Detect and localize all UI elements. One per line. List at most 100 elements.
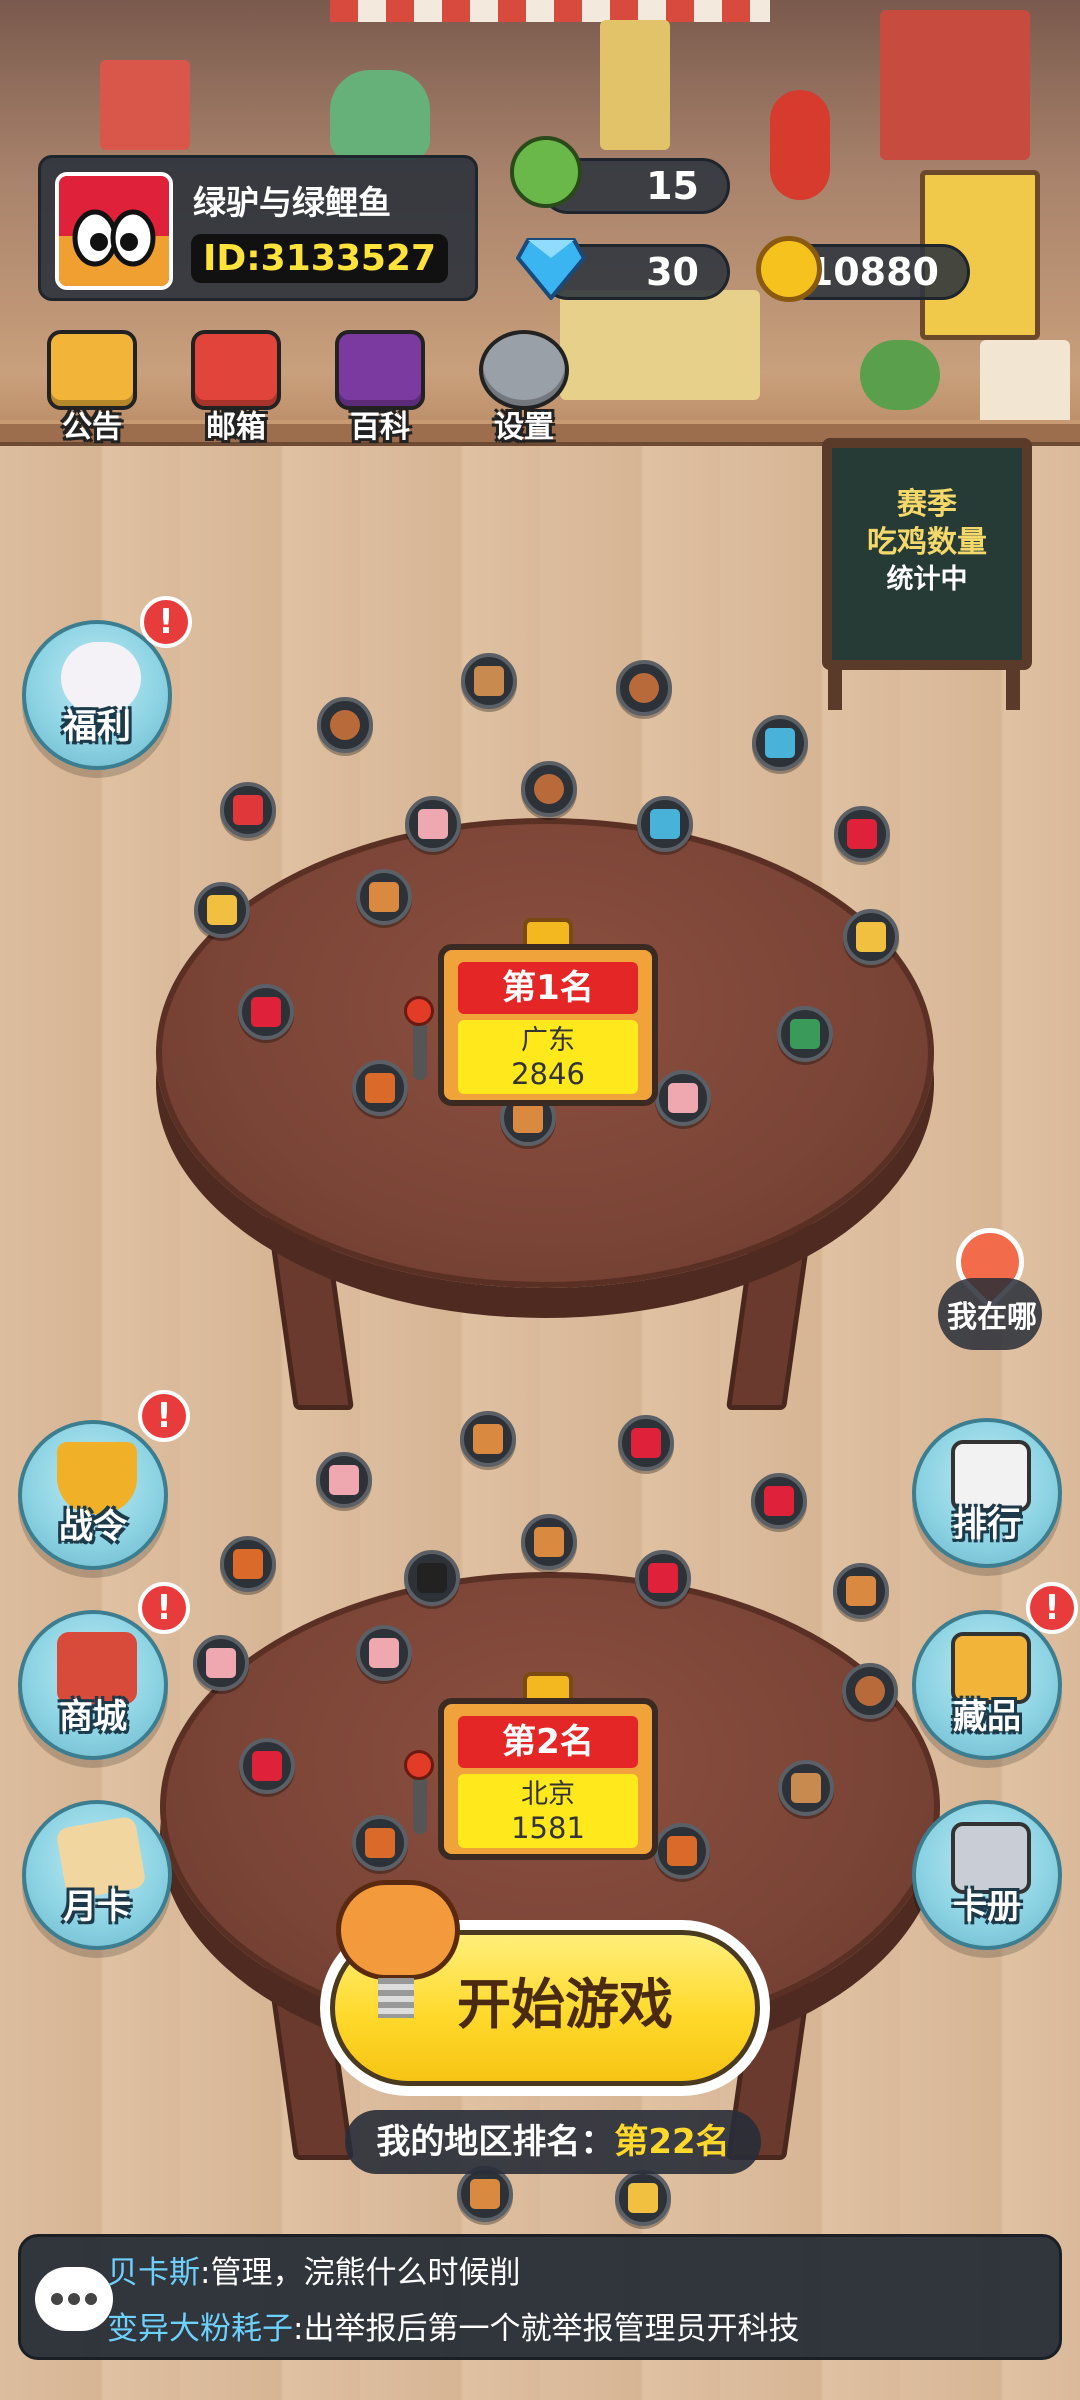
player-token[interactable] xyxy=(316,1452,372,1508)
shop-button[interactable]: 商城 xyxy=(18,1610,168,1760)
frog-energy-icon xyxy=(510,136,582,208)
player-token[interactable] xyxy=(220,1536,276,1592)
player-token[interactable] xyxy=(461,653,517,709)
player-token[interactable] xyxy=(843,909,899,965)
player-token[interactable] xyxy=(842,1663,898,1719)
player-token[interactable] xyxy=(352,1060,408,1116)
chat-bar[interactable]: 贝卡斯:管理，浣熊什么时候削 变异大粉耗子:出举报后第一个就举报管理员开科技 xyxy=(18,2234,1062,2360)
chalkboard-line3: 统计中 xyxy=(886,564,968,595)
card-album-button[interactable]: 卡册 xyxy=(912,1800,1062,1950)
chat-message: 贝卡斯:管理，浣熊什么时候削 xyxy=(107,2247,520,2292)
my-rank-value: 第22名 xyxy=(614,2122,730,2162)
diamond-icon xyxy=(516,238,586,300)
avatar-face-icon xyxy=(59,176,169,286)
player-token[interactable] xyxy=(751,1473,807,1529)
player-face-icon xyxy=(534,1527,564,1557)
coin-icon xyxy=(756,236,822,302)
player-token[interactable] xyxy=(777,1006,833,1062)
chalkboard-leg xyxy=(828,660,842,710)
player-token[interactable] xyxy=(616,660,672,716)
player-token[interactable] xyxy=(405,796,461,852)
month-card-button[interactable]: 月卡 xyxy=(22,1800,172,1950)
player-token[interactable] xyxy=(317,697,373,753)
collection-label: 藏品 xyxy=(953,1697,1021,1737)
player-face-icon xyxy=(855,1676,885,1706)
player-face-icon xyxy=(233,1549,263,1579)
player-token[interactable] xyxy=(238,984,294,1040)
player-face-icon xyxy=(764,1486,794,1516)
mailbox-button[interactable]: 邮箱 xyxy=(186,330,286,445)
ranking-button[interactable]: 排行 xyxy=(912,1418,1062,1568)
collection-button[interactable]: 藏品 xyxy=(912,1610,1062,1760)
player-token[interactable] xyxy=(834,806,890,862)
player-token[interactable] xyxy=(618,1415,674,1471)
player-face-icon xyxy=(631,1428,661,1458)
mascot-head xyxy=(336,1880,460,1980)
coin-value: 10880 xyxy=(806,250,939,294)
battle-pass-button[interactable]: 战令 xyxy=(18,1420,168,1570)
player-token[interactable] xyxy=(615,2170,671,2226)
cat-mascot-icon xyxy=(330,1870,470,2020)
player-token[interactable] xyxy=(654,1823,710,1879)
player-face-icon xyxy=(648,1563,678,1593)
battle-pass-label: 战令 xyxy=(59,1507,127,1547)
profile-panel[interactable]: 绿驴与绿鲤鱼 ID:3133527 xyxy=(38,155,478,301)
avatar[interactable] xyxy=(55,172,173,290)
player-token[interactable] xyxy=(637,796,693,852)
shop-awning xyxy=(330,0,770,22)
player-token[interactable] xyxy=(356,869,412,925)
where-am-i-label: 我在哪 xyxy=(947,1300,1037,1335)
chat-message: 变异大粉耗子:出举报后第一个就举报管理员开科技 xyxy=(107,2303,799,2348)
rank-card-2[interactable]: 第2名 北京 1581 xyxy=(438,1698,658,1860)
plant xyxy=(860,340,940,410)
rank-body: 北京 1581 xyxy=(458,1774,638,1848)
shelf-item xyxy=(880,10,1030,160)
player-token[interactable] xyxy=(635,1550,691,1606)
card-album-label: 卡册 xyxy=(953,1887,1021,1927)
player-token[interactable] xyxy=(404,1550,460,1606)
player-face-icon xyxy=(251,997,281,1027)
player-face-icon xyxy=(252,1751,282,1781)
player-token[interactable] xyxy=(193,1635,249,1691)
ranking-label: 排行 xyxy=(953,1505,1021,1545)
player-face-icon xyxy=(207,895,237,925)
player-face-icon xyxy=(847,819,877,849)
player-face-icon xyxy=(474,666,504,696)
book-icon xyxy=(335,330,425,410)
player-face-icon xyxy=(790,1019,820,1049)
player-face-icon xyxy=(513,1103,543,1133)
player-face-icon xyxy=(369,882,399,912)
player-token[interactable] xyxy=(356,1625,412,1681)
player-token[interactable] xyxy=(457,2166,513,2222)
player-face-icon xyxy=(206,1648,236,1678)
diamond-value: 30 xyxy=(646,250,699,294)
notification-badge: ! xyxy=(140,596,192,648)
rank-count: 2846 xyxy=(511,1057,585,1091)
where-am-i-button[interactable]: 我在哪 xyxy=(932,1213,1052,1350)
settings-button[interactable]: 设置 xyxy=(474,330,574,445)
lever-ball-icon xyxy=(404,1750,434,1780)
player-token[interactable] xyxy=(521,761,577,817)
bell-icon xyxy=(47,330,137,410)
player-token[interactable] xyxy=(352,1815,408,1871)
announce-button[interactable]: 公告 xyxy=(42,330,142,445)
chalkboard-leg xyxy=(1006,660,1020,710)
player-token[interactable] xyxy=(194,882,250,938)
shelf-item xyxy=(600,20,670,150)
wiki-button[interactable]: 百科 xyxy=(330,330,430,445)
notification-badge: ! xyxy=(138,1390,190,1442)
lever-ball-icon xyxy=(404,996,434,1026)
player-nickname: 绿驴与绿鲤鱼 xyxy=(193,183,391,222)
rank-card-1[interactable]: 第1名 广东 2846 xyxy=(438,944,658,1106)
player-token[interactable] xyxy=(521,1514,577,1570)
player-token[interactable] xyxy=(752,715,808,771)
gear-icon xyxy=(479,330,569,410)
player-token[interactable] xyxy=(655,1070,711,1126)
player-face-icon xyxy=(418,809,448,839)
player-token[interactable] xyxy=(220,782,276,838)
player-token[interactable] xyxy=(460,1411,516,1467)
player-token[interactable] xyxy=(239,1738,295,1794)
player-token[interactable] xyxy=(833,1563,889,1619)
player-token[interactable] xyxy=(778,1760,834,1816)
chat-bubble-icon[interactable] xyxy=(35,2267,113,2331)
